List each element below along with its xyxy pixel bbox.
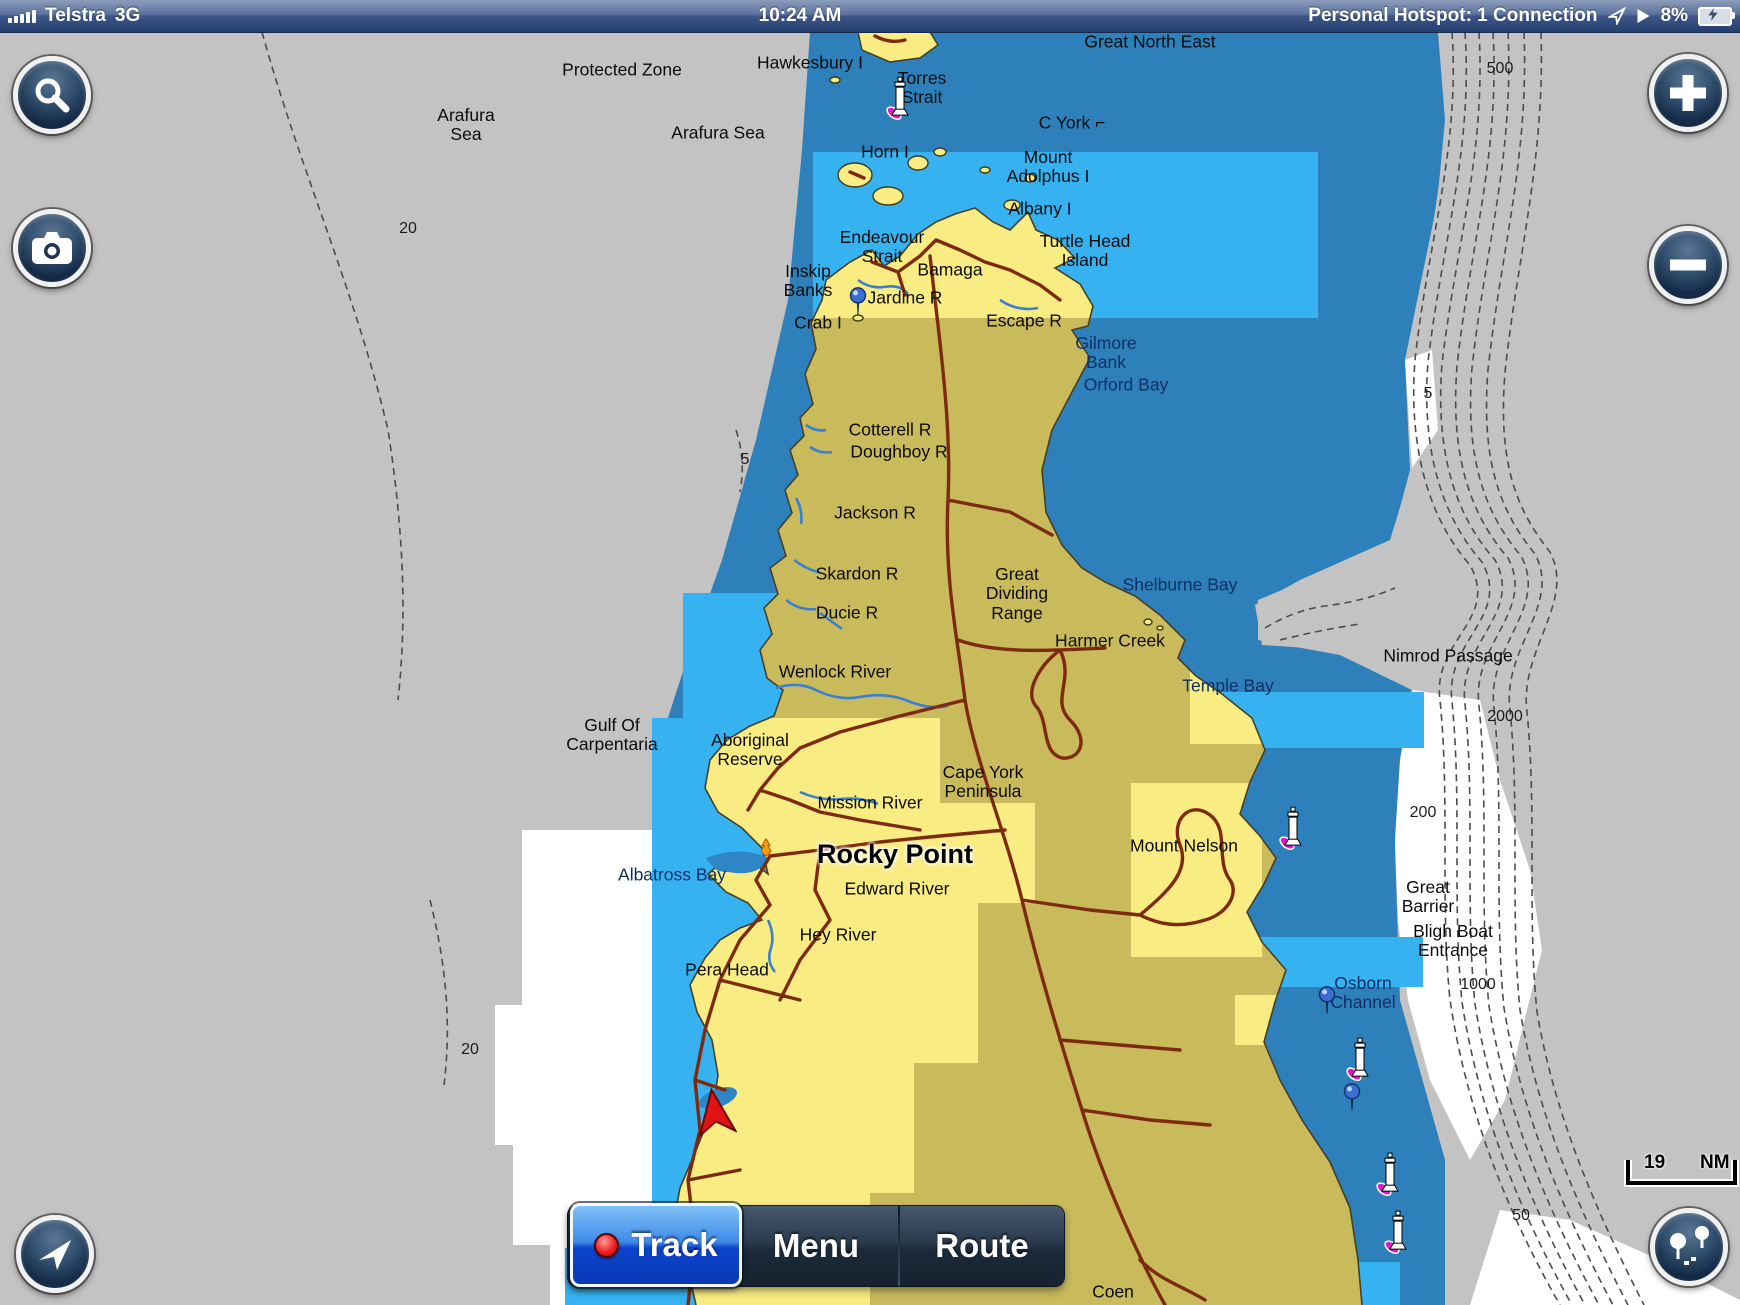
- navigation-arrow-icon: [35, 1234, 75, 1274]
- scale-value: 19: [1644, 1152, 1665, 1174]
- record-dot-icon: [594, 1233, 619, 1258]
- waypoint-pins-icon: [1666, 1225, 1712, 1269]
- camera-button[interactable]: [13, 209, 91, 287]
- locate-me-button[interactable]: [16, 1215, 94, 1293]
- hotspot-status-label: Personal Hotspot: 1 Connection: [1308, 5, 1597, 27]
- status-bar: Telstra 3G 10:24 AM Personal Hotspot: 1 …: [0, 0, 1740, 33]
- zoom-in-button[interactable]: [1649, 54, 1727, 132]
- track-button[interactable]: Track: [570, 1203, 742, 1287]
- plus-icon: [1667, 72, 1709, 114]
- play-icon: [1636, 8, 1651, 24]
- network-type-label: 3G: [115, 5, 140, 27]
- menu-button[interactable]: Menu: [734, 1206, 898, 1286]
- navionics-app-screen: { "status_bar": { "carrier": "Telstra", …: [0, 0, 1740, 1305]
- signal-strength-icon: [8, 9, 36, 23]
- track-button-label: Track: [631, 1226, 717, 1264]
- track-cell: Track: [568, 1206, 732, 1286]
- zoom-out-button[interactable]: [1649, 226, 1727, 304]
- search-icon: [32, 75, 72, 115]
- location-services-icon: [1608, 7, 1626, 25]
- battery-charging-icon: [1698, 7, 1732, 26]
- camera-icon: [31, 231, 73, 265]
- bottom-toolbar: Track Menu Route: [568, 1206, 1064, 1286]
- battery-percent-label: 8%: [1661, 5, 1688, 27]
- search-button[interactable]: [13, 56, 91, 134]
- route-button[interactable]: Route: [900, 1206, 1064, 1286]
- markers-route-button[interactable]: [1650, 1208, 1728, 1286]
- scale-bar: 19 NM: [1622, 1152, 1740, 1188]
- clock: 10:24 AM: [428, 5, 1172, 27]
- carrier-label: Telstra: [45, 5, 106, 27]
- nautical-chart[interactable]: [0, 0, 1740, 1305]
- minus-icon: [1667, 258, 1709, 272]
- scale-unit: NM: [1700, 1152, 1730, 1174]
